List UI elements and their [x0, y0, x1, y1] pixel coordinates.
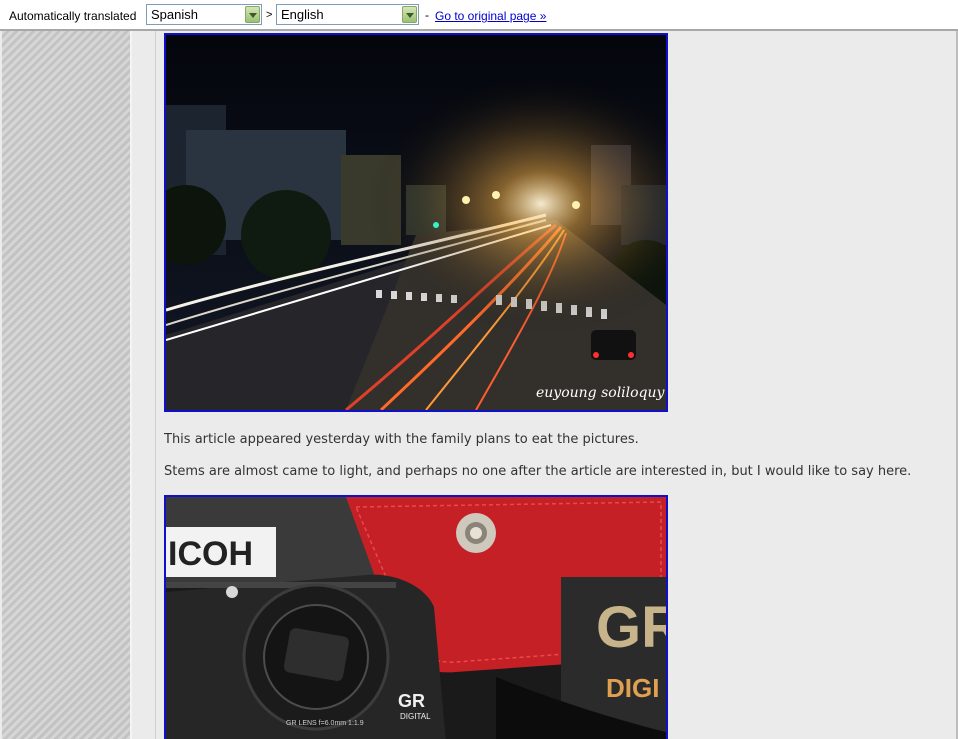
sidebar-edge: [130, 31, 132, 739]
box-digital-text: DIGI: [606, 673, 659, 703]
content-divider: [155, 31, 156, 739]
night-street-photo[interactable]: euyoung soliloquy: [164, 33, 668, 412]
night-street-image: euyoung soliloquy: [166, 35, 666, 410]
box-brand-text: ICOH: [168, 535, 253, 573]
target-language-select[interactable]: English: [276, 4, 419, 25]
link-dash: -: [425, 8, 429, 22]
language-separator: >: [266, 9, 273, 21]
article-paragraph: Stems are almost came to light, and perh…: [164, 464, 912, 479]
camera-image: ICOH GR DIGI GR LENS f=6.0mm 1:1.9 GR DI…: [166, 497, 666, 739]
source-language-value: Spanish: [151, 7, 198, 22]
chevron-down-icon[interactable]: [402, 6, 417, 23]
translate-bar: Automatically translated Spanish > Engli…: [0, 0, 958, 31]
original-page-link[interactable]: Go to original page »: [435, 9, 546, 23]
source-language-select[interactable]: Spanish: [146, 4, 262, 25]
page-area: euyoung soliloquy This article appeared …: [0, 31, 958, 739]
translate-label: Automatically translated: [9, 9, 137, 23]
left-sidebar: [2, 31, 130, 739]
camera-photo[interactable]: ICOH GR DIGI GR LENS f=6.0mm 1:1.9 GR DI…: [164, 495, 668, 739]
camera-model-subtext: DIGITAL: [400, 712, 431, 721]
target-language-value: English: [281, 7, 324, 22]
lens-text: GR LENS f=6.0mm 1:1.9: [286, 720, 364, 727]
camera-model-text: GR: [398, 691, 425, 711]
photo-watermark: euyoung soliloquy: [536, 385, 666, 401]
box-model-text: GR: [596, 595, 666, 660]
chevron-down-icon[interactable]: [245, 6, 260, 23]
article-paragraph: This article appeared yesterday with the…: [164, 432, 639, 447]
